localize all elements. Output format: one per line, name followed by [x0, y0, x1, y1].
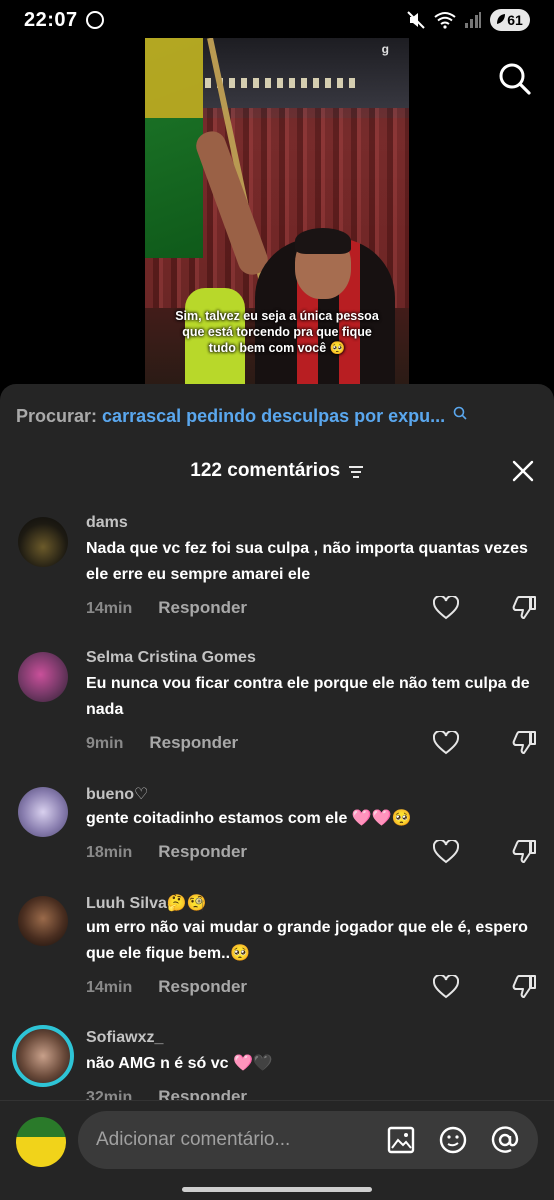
avatar-story-ring[interactable] [12, 1025, 74, 1087]
dislike-icon[interactable] [511, 973, 537, 999]
dislike-icon[interactable] [511, 729, 537, 755]
comment-username[interactable]: Luuh Silva🤔🧐 [86, 893, 207, 913]
mention-icon[interactable] [490, 1125, 520, 1155]
comment-meta: 9min Responder [86, 733, 238, 753]
comment-meta: 18min Responder [86, 842, 247, 862]
reply-button[interactable]: Responder [158, 977, 247, 996]
comment-text: não AMG n é só vc 🩷🖤 [86, 1055, 273, 1072]
comment-time: 14min [86, 600, 133, 617]
comments-header: 122 comentários [0, 460, 554, 488]
heart-icon[interactable] [433, 975, 459, 999]
battery-level: 61 [507, 12, 523, 28]
player-hair [295, 228, 351, 254]
home-indicator [182, 1187, 372, 1192]
heart-icon[interactable] [433, 596, 459, 620]
reply-button[interactable]: Responder [149, 733, 238, 752]
video-caption: Sim, talvez eu seja a única pessoa que e… [145, 308, 409, 356]
comment-meta: 14min Responder [86, 977, 247, 997]
comment-input[interactable] [96, 1111, 376, 1169]
status-time: 22:07 [24, 8, 78, 31]
related-search-label: Procurar: [16, 406, 98, 426]
comment-text: um erro não vai mudar o grande jogador q… [86, 919, 528, 962]
caption-line: tudo bem com você 🥺 [208, 341, 346, 355]
comments-sheet: Procurar: carrascal pedindo desculpas po… [0, 384, 554, 1200]
stadium-lights [205, 78, 355, 88]
emoji-icon[interactable] [438, 1125, 468, 1155]
close-icon[interactable] [510, 458, 536, 484]
avatar[interactable] [18, 517, 68, 567]
comment-time: 14min [86, 979, 133, 996]
avatar[interactable] [18, 787, 68, 837]
search-icon[interactable] [498, 62, 532, 96]
comment-username[interactable]: dams [86, 514, 128, 532]
heart-icon[interactable] [433, 840, 459, 864]
comment-username[interactable]: Sofiawxz_ [86, 1029, 163, 1047]
whatsapp-icon [85, 11, 104, 29]
comment-time: 9min [86, 735, 124, 752]
status-bar: 22:07 61 [0, 0, 554, 40]
wifi-icon [434, 12, 456, 29]
related-search[interactable]: Procurar: carrascal pedindo desculpas po… [16, 406, 467, 427]
heart-icon[interactable] [433, 731, 459, 755]
related-search-term[interactable]: carrascal pedindo desculpas por expu... [102, 406, 445, 426]
caption-line: Sim, talvez eu seja a única pessoa [175, 309, 379, 323]
video-watermark: g [381, 42, 389, 56]
comment-time: 18min [86, 844, 133, 861]
my-avatar[interactable] [16, 1117, 66, 1167]
comments-count: 122 comentários [190, 460, 341, 481]
dislike-icon[interactable] [511, 838, 537, 864]
comment-text: Nada que vc fez foi sua culpa , não impo… [86, 540, 528, 583]
search-icon [453, 406, 467, 420]
status-icons: 61 [406, 9, 530, 31]
caption-line: que está torcendo pra que fique [182, 325, 372, 339]
avatar[interactable] [18, 896, 68, 946]
mute-icon [407, 11, 425, 29]
comment-composer-bar [0, 1100, 554, 1200]
reply-button[interactable]: Responder [158, 598, 247, 617]
image-icon[interactable] [386, 1125, 416, 1155]
battery-icon: 61 [490, 9, 530, 31]
comment-text: gente coitadinho estamos com ele 🩷🩷🥺 [86, 810, 412, 827]
avatar[interactable] [18, 652, 68, 702]
video-player[interactable]: g Sim, talvez eu seja a única pessoa que… [145, 38, 409, 384]
comment-text: Eu nunca vou ficar contra ele porque ele… [86, 675, 530, 718]
sort-filter-icon[interactable] [348, 465, 364, 479]
dislike-icon[interactable] [511, 594, 537, 620]
signal-icon [465, 12, 481, 28]
comment-username[interactable]: bueno♡ [86, 784, 148, 804]
comment-username[interactable]: Selma Cristina Gomes [86, 649, 256, 667]
reply-button[interactable]: Responder [158, 842, 247, 861]
comment-meta: 14min Responder [86, 598, 247, 618]
comment-input-box[interactable] [78, 1111, 538, 1169]
flag-stripe [145, 38, 203, 118]
